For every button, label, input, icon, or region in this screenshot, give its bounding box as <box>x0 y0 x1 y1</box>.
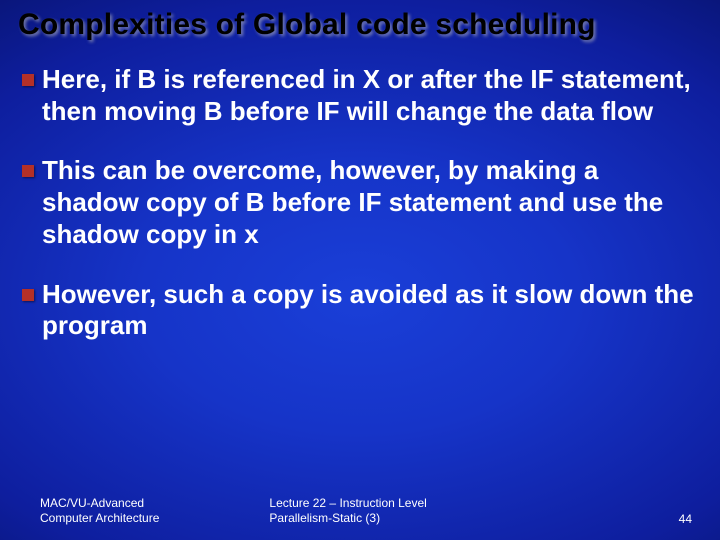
footer-page-number: 44 <box>679 512 692 526</box>
footer-center: Lecture 22 – Instruction Level Paralleli… <box>159 496 678 526</box>
bullet-text: This can be overcome, however, by making… <box>42 155 702 250</box>
slide-content: Here, if B is referenced in X or after t… <box>18 64 702 540</box>
footer-course-line2: Computer Architecture <box>40 511 159 526</box>
bullet-text: However, such a copy is avoided as it sl… <box>42 279 702 342</box>
slide-footer: MAC/VU-Advanced Computer Architecture Le… <box>0 496 720 526</box>
bullet-item: This can be overcome, however, by making… <box>22 155 702 250</box>
bullet-square-icon <box>22 165 34 177</box>
slide: Complexities of Global code scheduling H… <box>0 0 720 540</box>
footer-left: MAC/VU-Advanced Computer Architecture <box>40 496 159 526</box>
bullet-square-icon <box>22 289 34 301</box>
bullet-text: Here, if B is referenced in X or after t… <box>42 64 702 127</box>
bullet-item: However, such a copy is avoided as it sl… <box>22 279 702 342</box>
footer-lecture-line2: Parallelism-Static (3) <box>269 511 678 526</box>
footer-lecture-line1: Lecture 22 – Instruction Level <box>269 496 678 511</box>
footer-course-line1: MAC/VU-Advanced <box>40 496 159 511</box>
bullet-item: Here, if B is referenced in X or after t… <box>22 64 702 127</box>
slide-title: Complexities of Global code scheduling <box>18 8 702 42</box>
bullet-square-icon <box>22 74 34 86</box>
